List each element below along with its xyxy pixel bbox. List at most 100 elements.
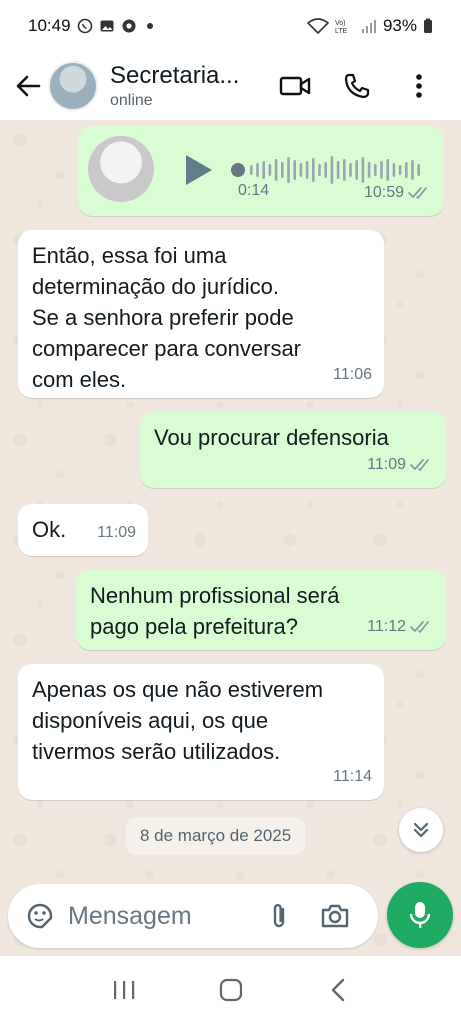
voice-record-button[interactable] (387, 882, 453, 948)
message-bubble-outgoing[interactable]: Vou procurar defensoria 11:09 (140, 412, 446, 488)
message-time: 11:06 (333, 366, 372, 383)
waveform-bar (374, 164, 377, 176)
message-meta: 11:09 (367, 449, 434, 480)
waveform-bar (299, 163, 303, 177)
message-bubble-incoming[interactable]: Apenas os que não estiverem disponíveis … (18, 664, 384, 800)
chevron-left-icon (331, 978, 344, 1002)
signal-icon (361, 20, 376, 33)
emoji-sticker-button[interactable] (18, 894, 62, 938)
waveform-bar (324, 162, 327, 178)
video-call-button[interactable] (273, 64, 317, 108)
voice-sender-avatar (88, 136, 154, 202)
message-text-line: determinação do jurídico. (32, 274, 280, 299)
video-camera-icon (279, 76, 311, 96)
message-time: 11:12 (367, 618, 406, 635)
back-button[interactable] (8, 66, 48, 106)
phone-icon (344, 73, 370, 99)
camera-button[interactable] (313, 894, 357, 938)
voice-call-button[interactable] (335, 64, 379, 108)
voice-duration: 0:14 (238, 182, 270, 199)
paperclip-icon (273, 904, 285, 928)
more-notifications-dot (146, 23, 153, 29)
waveform-bar (398, 165, 402, 175)
read-ticks-icon (408, 186, 427, 199)
waveform-bar (274, 159, 278, 181)
waveform-bar (417, 164, 420, 176)
sticker-icon (27, 903, 53, 929)
voice-message[interactable]: 0:14 10:59 (78, 126, 444, 216)
message-meta: 11:09 (97, 517, 136, 548)
message-time: 10:59 (363, 184, 404, 201)
chat-area[interactable]: 0:14 10:59 Então, essa foi uma determina… (0, 120, 461, 956)
message-time: 11:14 (333, 768, 372, 785)
waveform-bar (330, 156, 334, 184)
play-icon[interactable] (180, 152, 216, 188)
waveform-bar (281, 162, 284, 178)
battery-percentage: 93% (382, 16, 417, 35)
svg-text:Vo): Vo) (335, 20, 346, 27)
waveform-bar (355, 160, 358, 180)
attach-button[interactable] (257, 894, 301, 938)
message-time: 11:09 (97, 524, 136, 541)
date-chip: 8 de março de 2025 (126, 817, 306, 855)
waveform-bar (318, 164, 321, 176)
waveform-bar (405, 162, 408, 178)
recent-apps-button[interactable] (104, 970, 144, 1010)
system-navigation-bar (0, 956, 461, 1024)
volte-icon: Vo)LTE (335, 20, 348, 34)
wifi-icon (306, 18, 329, 34)
waveform-bar (392, 163, 396, 177)
waveform-bar (250, 165, 253, 175)
status-bar: 10:49 Vo) LTE 93% (0, 0, 461, 52)
message-bubble-incoming[interactable]: Ok. 11:09 (18, 504, 148, 556)
waveform-bar (336, 161, 340, 179)
read-ticks-icon (410, 458, 429, 471)
message-input[interactable] (68, 901, 253, 931)
message-meta: 11:12 (367, 611, 434, 642)
contact-name: Secretaria... (110, 62, 240, 89)
message-composer (8, 884, 378, 948)
message-bubble-outgoing[interactable]: Nenhum profissional será pago pela prefe… (76, 570, 446, 650)
gallery-notification-icon (100, 20, 114, 32)
arrow-left-icon (16, 75, 41, 97)
chat-header: Secretaria... online (0, 52, 461, 120)
battery-icon (424, 18, 432, 33)
more-options-button[interactable] (397, 64, 441, 108)
waveform-bar (305, 161, 309, 179)
message-text-line: com eles. (32, 367, 127, 392)
message-text-line: Se a senhora preferir pode (32, 305, 294, 330)
waveform-bar (293, 160, 296, 180)
recent-apps-icon (113, 981, 134, 999)
message-meta: 10:59 (364, 177, 432, 208)
read-ticks-icon (410, 620, 429, 633)
contact-info[interactable]: Secretaria... online (110, 62, 260, 110)
home-icon (219, 978, 242, 1002)
home-button[interactable] (211, 970, 251, 1010)
more-vertical-icon (416, 74, 422, 98)
double-chevron-down-icon (413, 822, 429, 838)
message-text-line: Então, essa foi uma (32, 243, 227, 268)
message-text-line: Nenhum profissional será (90, 583, 340, 608)
message-meta: 11:14 (333, 761, 372, 792)
microphone-icon (409, 902, 431, 928)
message-bubble-incoming[interactable]: Então, essa foi uma determinação do jurí… (18, 230, 384, 398)
contact-status: online (110, 92, 153, 109)
status-time: 10:49 (28, 16, 71, 35)
chrome-notification-icon (122, 19, 136, 33)
scroll-to-bottom-button[interactable] (399, 808, 443, 852)
message-text-line: comparecer para conversar (32, 336, 302, 361)
waveform-bar (343, 159, 346, 181)
back-nav-button[interactable] (318, 970, 358, 1010)
message-text-line: Apenas os que não estiverem (32, 677, 324, 702)
svg-text:LTE: LTE (335, 28, 348, 34)
camera-icon (321, 904, 349, 928)
message-text-line: disponíveis aqui, os que (32, 708, 269, 733)
contact-avatar[interactable] (48, 61, 98, 111)
waveform-bar (312, 158, 315, 182)
whatsapp-notification-icon (77, 18, 92, 34)
message-text-line: tivermos serão utilizados. (32, 739, 281, 764)
message-meta: 11:06 (333, 359, 372, 390)
waveform-bar (367, 162, 371, 178)
waveform-bar (349, 163, 352, 177)
waveform-bar (287, 157, 290, 183)
